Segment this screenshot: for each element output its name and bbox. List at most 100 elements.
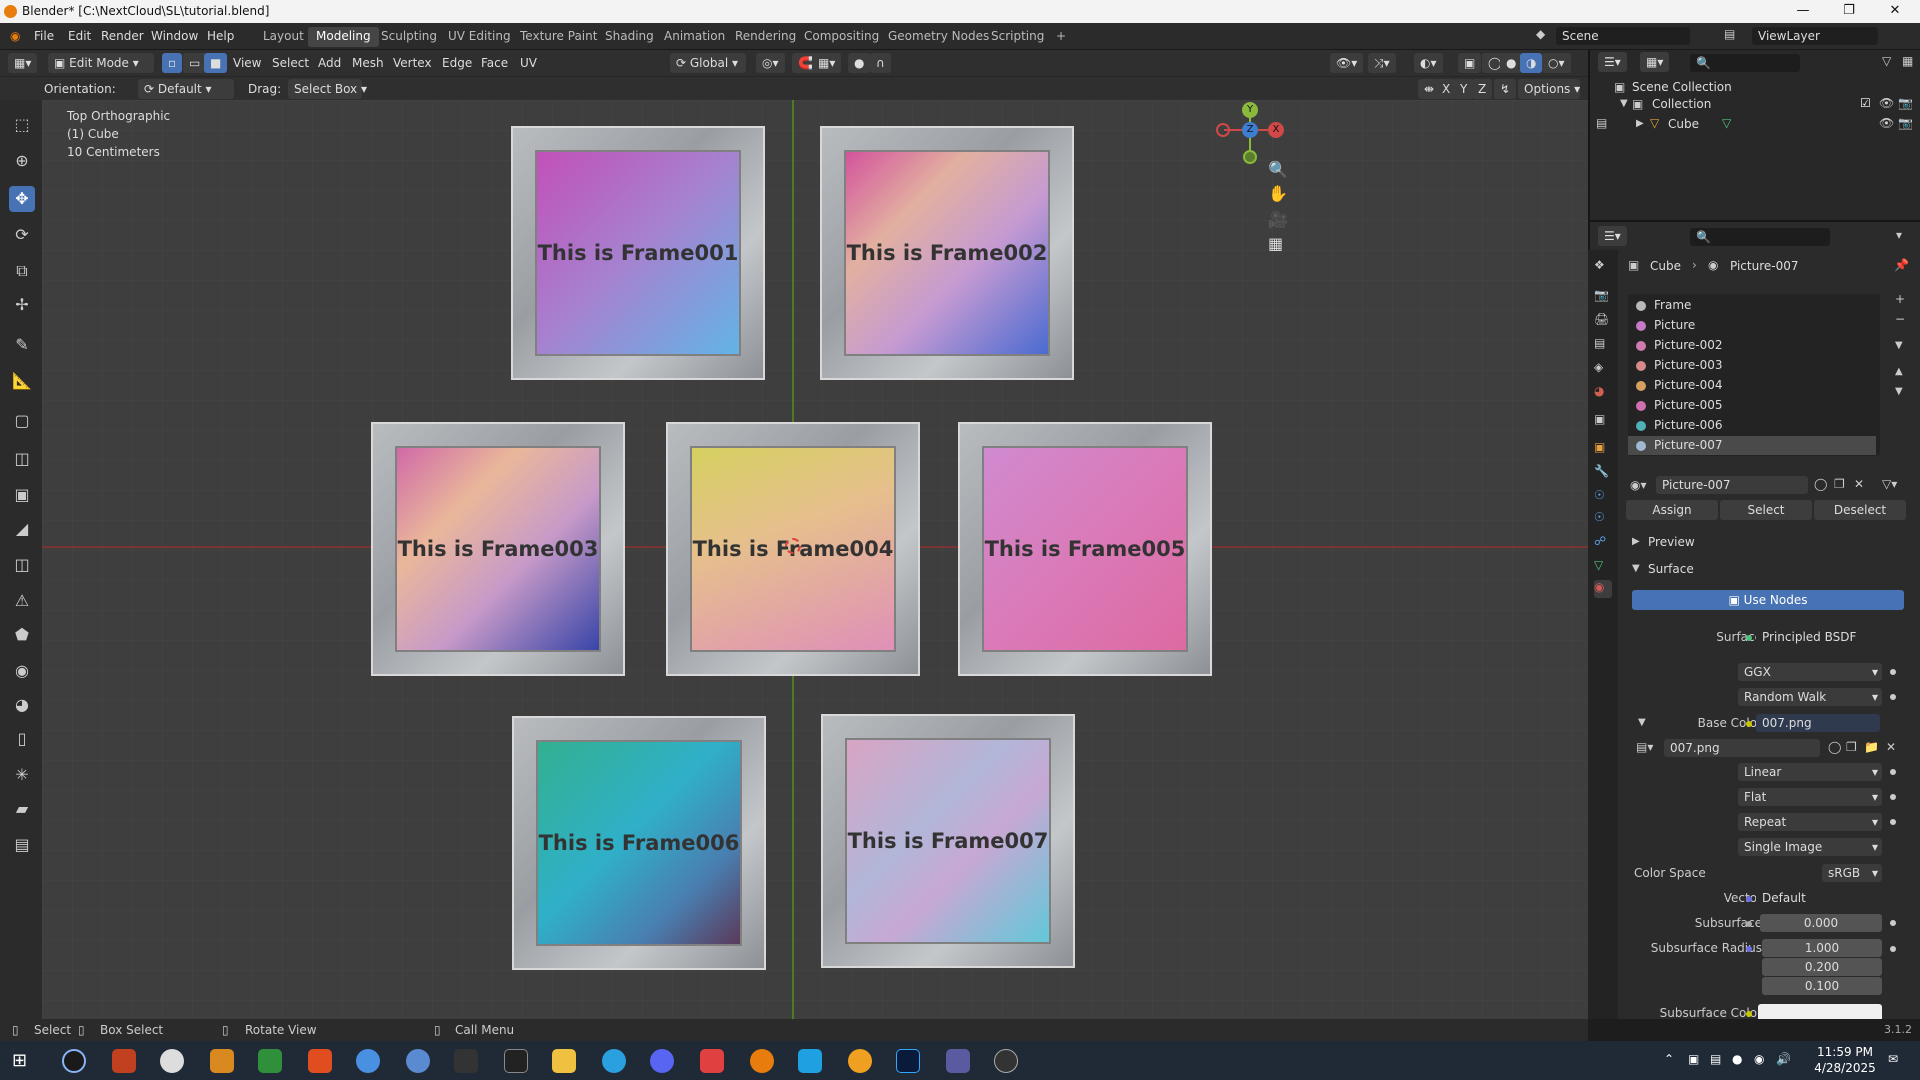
mesh-data-icon[interactable]: ▽ xyxy=(1722,116,1731,130)
preview-expand-icon[interactable]: ▶ xyxy=(1632,536,1640,547)
menu-uv[interactable]: UV xyxy=(520,56,537,70)
collection-camera-icon[interactable]: 📷 xyxy=(1898,96,1913,110)
subsurface-radius-z[interactable]: 0.100 xyxy=(1762,977,1882,995)
app-icon-2[interactable] xyxy=(112,1049,136,1073)
notifications-icon[interactable]: ✉ xyxy=(1888,1052,1898,1066)
keyframe-dot-icon[interactable] xyxy=(1890,794,1896,800)
menu-help[interactable]: Help xyxy=(207,29,234,43)
material-shading-icon[interactable]: ◑ xyxy=(1520,53,1543,73)
edge-slide-tool-icon[interactable]: ▯ xyxy=(9,726,35,752)
blender-menu-icon[interactable]: ◉ xyxy=(10,29,20,43)
extrude-tool-icon[interactable]: ◫ xyxy=(9,446,35,472)
edge-select-icon[interactable]: ▭ xyxy=(183,53,207,73)
scale-tool-icon[interactable]: ⧉ xyxy=(9,258,35,284)
file-explorer-icon[interactable] xyxy=(210,1049,234,1073)
move-down-icon[interactable]: ▼ xyxy=(1895,386,1903,397)
keyframe-dot-icon[interactable] xyxy=(1890,946,1896,952)
shear-tool-icon[interactable]: ▰ xyxy=(9,796,35,822)
clock-time[interactable]: 11:59 PM xyxy=(1812,1045,1878,1059)
tray-icon-1[interactable]: ▣ xyxy=(1688,1052,1699,1066)
select-box-tool-icon[interactable]: ⬚ xyxy=(9,112,35,138)
frame-003[interactable]: This is Frame 003 xyxy=(371,422,625,676)
image-name-field[interactable]: 007.png xyxy=(1664,739,1820,757)
tray-icon-3[interactable]: ● xyxy=(1732,1052,1742,1066)
material-slot[interactable]: Picture-006 xyxy=(1628,416,1876,435)
tab-shading[interactable]: Shading xyxy=(597,27,662,47)
gizmo-z-icon[interactable]: Z xyxy=(1242,122,1258,138)
3d-cursor-icon[interactable] xyxy=(785,538,801,554)
network-icon[interactable]: ◉ xyxy=(1754,1052,1764,1066)
move-tool-icon[interactable]: ✥ xyxy=(9,186,35,212)
scene-selector[interactable]: Scene xyxy=(1556,27,1690,45)
modifier-tab-icon[interactable]: 🔧 xyxy=(1594,464,1612,482)
tab-rendering[interactable]: Rendering xyxy=(727,27,804,47)
gizmo-toggle-icon[interactable]: ⤨▾ xyxy=(1368,53,1396,73)
particles-tab-icon[interactable]: ☉ xyxy=(1594,488,1612,506)
minimize-button[interactable]: — xyxy=(1780,0,1826,23)
app-icon-16[interactable] xyxy=(798,1049,822,1073)
unlink-image-icon[interactable]: ✕ xyxy=(1886,740,1896,754)
poly-build-tool-icon[interactable]: ⬟ xyxy=(9,622,35,648)
view-layer-icon[interactable]: ▤ xyxy=(1724,27,1735,41)
tray-chevron-icon[interactable]: ⌃ xyxy=(1664,1052,1674,1066)
tab-animation[interactable]: Animation xyxy=(656,27,733,47)
frame-007[interactable]: This is Frame 007 xyxy=(821,714,1075,968)
vertex-select-icon[interactable]: ▫ xyxy=(162,53,183,73)
material-name-field[interactable]: Picture-007 xyxy=(1656,476,1808,494)
select-button[interactable]: Select xyxy=(1720,500,1812,520)
subsurface-method-dropdown[interactable]: Random Walk ▾ xyxy=(1738,688,1882,706)
add-slot-icon[interactable]: + xyxy=(1895,292,1905,306)
proportional-edit-icon[interactable]: ● xyxy=(848,53,871,73)
frame-006[interactable]: This is Frame 006 xyxy=(512,716,766,970)
collection-checkbox-icon[interactable]: ☑ xyxy=(1860,96,1871,110)
app-icon-17[interactable] xyxy=(848,1049,872,1073)
xray-icon[interactable]: ▣ xyxy=(1458,53,1482,73)
terminal-icon[interactable] xyxy=(504,1049,528,1073)
use-nodes-button[interactable]: ▣ Use Nodes xyxy=(1632,590,1904,610)
material-slot[interactable]: Frame xyxy=(1628,296,1876,315)
base-color-field[interactable]: 007.png xyxy=(1756,714,1880,732)
collection-tab-icon[interactable]: ▣ xyxy=(1594,412,1612,430)
menu-file[interactable]: File xyxy=(34,29,54,43)
tab-compositing[interactable]: Compositing xyxy=(796,27,887,47)
app-icon-1[interactable] xyxy=(62,1049,86,1073)
app-icon-5[interactable] xyxy=(258,1049,282,1073)
inset-tool-icon[interactable]: ▣ xyxy=(9,482,35,508)
mode-selector[interactable]: ▣ Edit Mode ▾ xyxy=(48,53,154,73)
menu-add[interactable]: Add xyxy=(318,56,341,70)
telegram-icon[interactable] xyxy=(602,1049,626,1073)
surface-expand-icon[interactable]: ▼ xyxy=(1632,563,1640,574)
menu-vertex[interactable]: Vertex xyxy=(393,56,432,70)
spin-tool-icon[interactable]: ◉ xyxy=(9,658,35,684)
world-tab-icon[interactable]: ◕ xyxy=(1594,384,1612,402)
cube-expand-icon[interactable]: ▶ xyxy=(1636,118,1644,129)
discord-icon[interactable] xyxy=(650,1049,674,1073)
projection-dropdown[interactable]: Flat ▾ xyxy=(1738,788,1882,806)
material-slot[interactable]: Picture-004 xyxy=(1628,376,1876,395)
image-browse-icon[interactable]: ▤▾ xyxy=(1636,740,1653,754)
image-source-dropdown[interactable]: Single Image ▾ xyxy=(1738,838,1882,856)
unlink-material-icon[interactable]: ✕ xyxy=(1854,477,1864,491)
properties-options-icon[interactable]: ▾ xyxy=(1896,228,1902,242)
snap-target-icon[interactable]: ▦▾ xyxy=(812,53,842,73)
preview-panel-header[interactable]: Preview xyxy=(1648,535,1695,549)
zoom-icon[interactable]: 🔍 xyxy=(1268,160,1288,179)
collection-label[interactable]: Collection xyxy=(1652,97,1711,111)
gizmo-neg-x-icon[interactable] xyxy=(1216,123,1230,137)
material-slot[interactable]: Picture-003 xyxy=(1628,356,1876,375)
volume-icon[interactable]: 🔊 xyxy=(1776,1052,1791,1066)
tab-uv-editing[interactable]: UV Editing xyxy=(440,27,519,47)
app-icon-3[interactable] xyxy=(160,1049,184,1073)
maximize-button[interactable]: ❐ xyxy=(1826,0,1872,23)
options-dropdown[interactable]: Options ▾ xyxy=(1518,79,1580,99)
properties-search-input[interactable]: 🔍 xyxy=(1690,228,1830,246)
menu-face[interactable]: Face xyxy=(481,56,508,70)
vector-field[interactable]: Default xyxy=(1756,889,1880,907)
bevel-tool-icon[interactable]: ◢ xyxy=(9,516,35,542)
distribution-dropdown[interactable]: GGX ▾ xyxy=(1738,663,1882,681)
cube-camera-icon[interactable]: 📷 xyxy=(1898,116,1913,130)
new-image-icon[interactable]: ❐ xyxy=(1846,740,1857,754)
scene-collection-label[interactable]: Scene Collection xyxy=(1632,80,1732,94)
measure-tool-icon[interactable]: 📐 xyxy=(9,368,35,394)
remove-slot-icon[interactable]: − xyxy=(1895,312,1905,326)
